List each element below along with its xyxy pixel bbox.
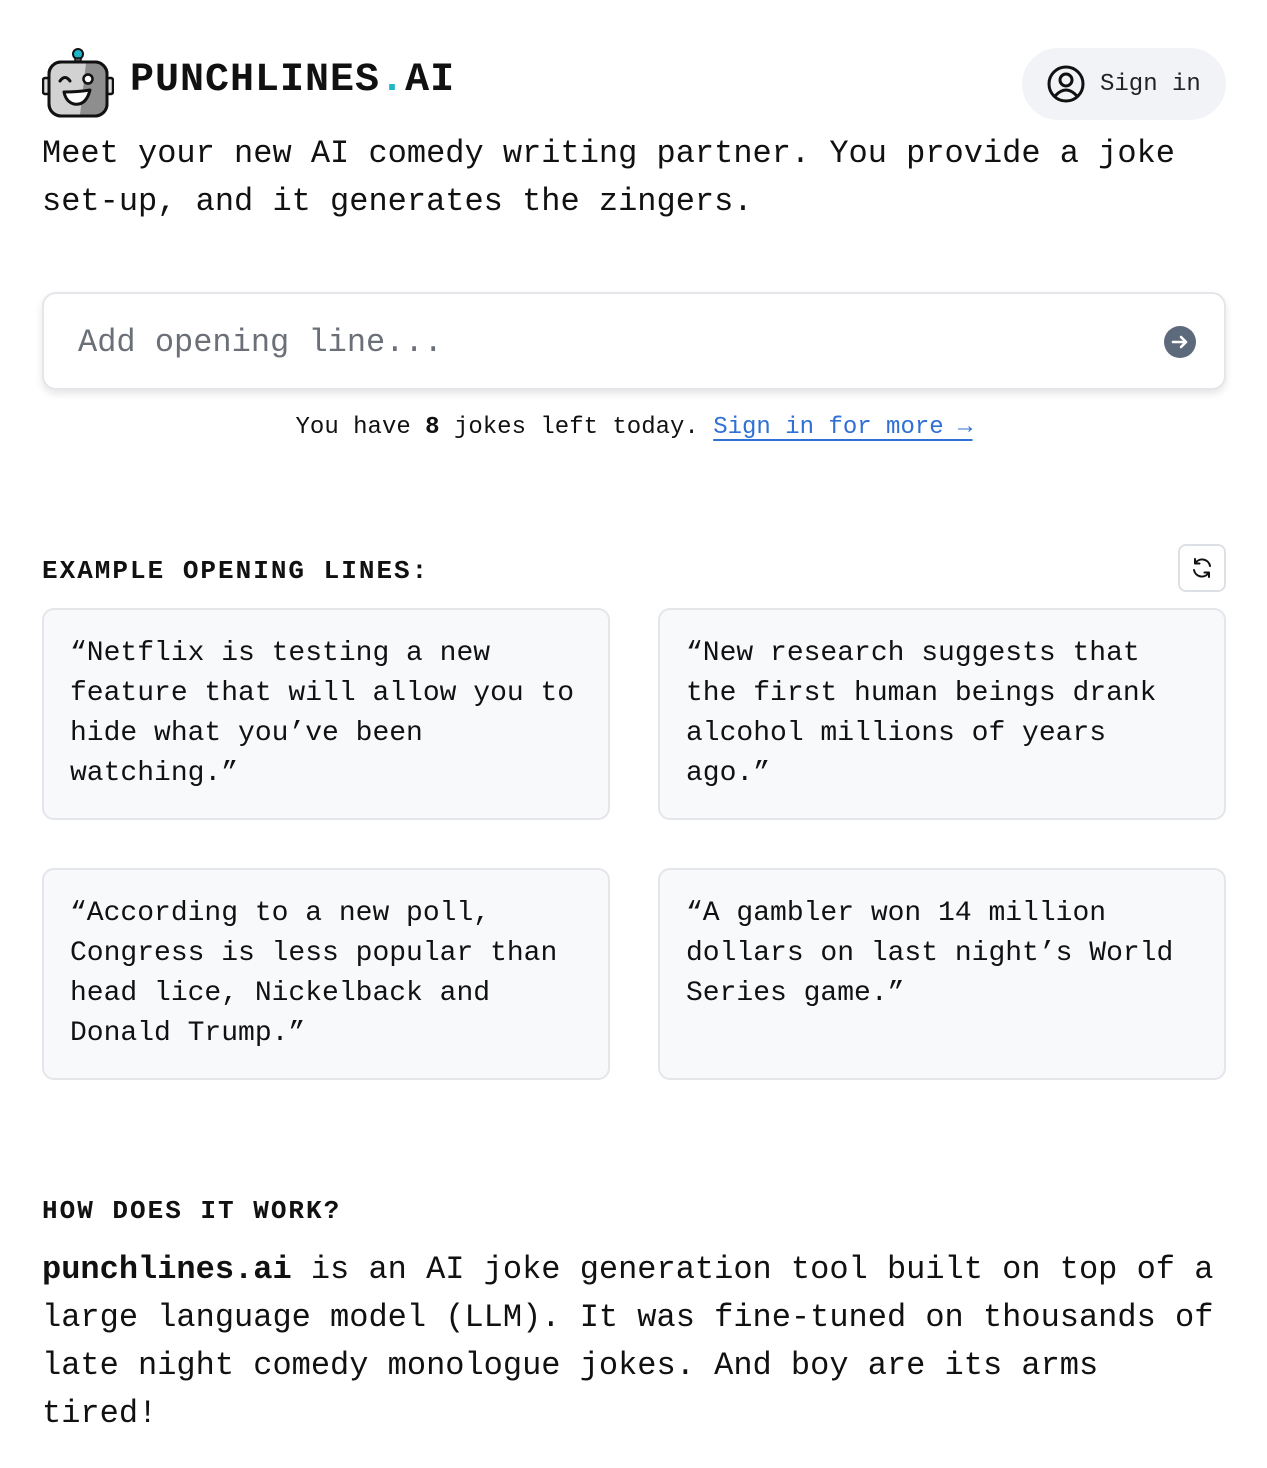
brand-name: punchlines.ai <box>42 1251 292 1288</box>
opening-line-box <box>42 292 1226 390</box>
logo-name: PUNCHLINES <box>130 58 381 103</box>
example-card[interactable]: “Netflix is testing a new feature that w… <box>42 608 610 820</box>
refresh-icon <box>1193 558 1211 578</box>
how-it-works-heading: HOW DOES IT WORK? <box>42 1196 342 1226</box>
quota-prefix: You have <box>295 414 411 441</box>
site-logo[interactable]: PUNCHLINES.AI <box>130 58 455 103</box>
arrow-right-icon <box>1171 335 1188 349</box>
logo-dot: . <box>380 58 406 103</box>
sign-in-label: Sign in <box>1100 70 1201 98</box>
logo-suffix: AI <box>405 58 456 103</box>
refresh-examples-button[interactable] <box>1178 544 1226 592</box>
how-it-works-text: punchlines.ai is an AI joke generation t… <box>42 1246 1232 1438</box>
example-card[interactable]: “New research suggests that the first hu… <box>658 608 1226 820</box>
sign-in-button[interactable]: Sign in <box>1022 48 1226 120</box>
example-card[interactable]: “A gambler won 14 million dollars on las… <box>658 868 1226 1080</box>
quota-count: 8 <box>425 414 440 441</box>
quota-suffix: jokes left today. <box>453 414 699 441</box>
examples-heading: EXAMPLE OPENING LINES: <box>42 556 430 586</box>
example-card[interactable]: “According to a new poll, Congress is le… <box>42 868 610 1080</box>
opening-line-input[interactable] <box>76 316 1140 368</box>
header: PUNCHLINES.AI Sign in <box>42 48 1226 120</box>
user-circle-icon <box>1047 65 1085 103</box>
quota-text: You have 8 jokes left today. Sign in for… <box>42 414 1226 441</box>
robot-icon <box>42 48 114 118</box>
submit-button[interactable] <box>1164 326 1196 358</box>
tagline: Meet your new AI comedy writing partner.… <box>42 135 1175 220</box>
sign-in-for-more-link[interactable]: Sign in for more → <box>713 414 972 441</box>
